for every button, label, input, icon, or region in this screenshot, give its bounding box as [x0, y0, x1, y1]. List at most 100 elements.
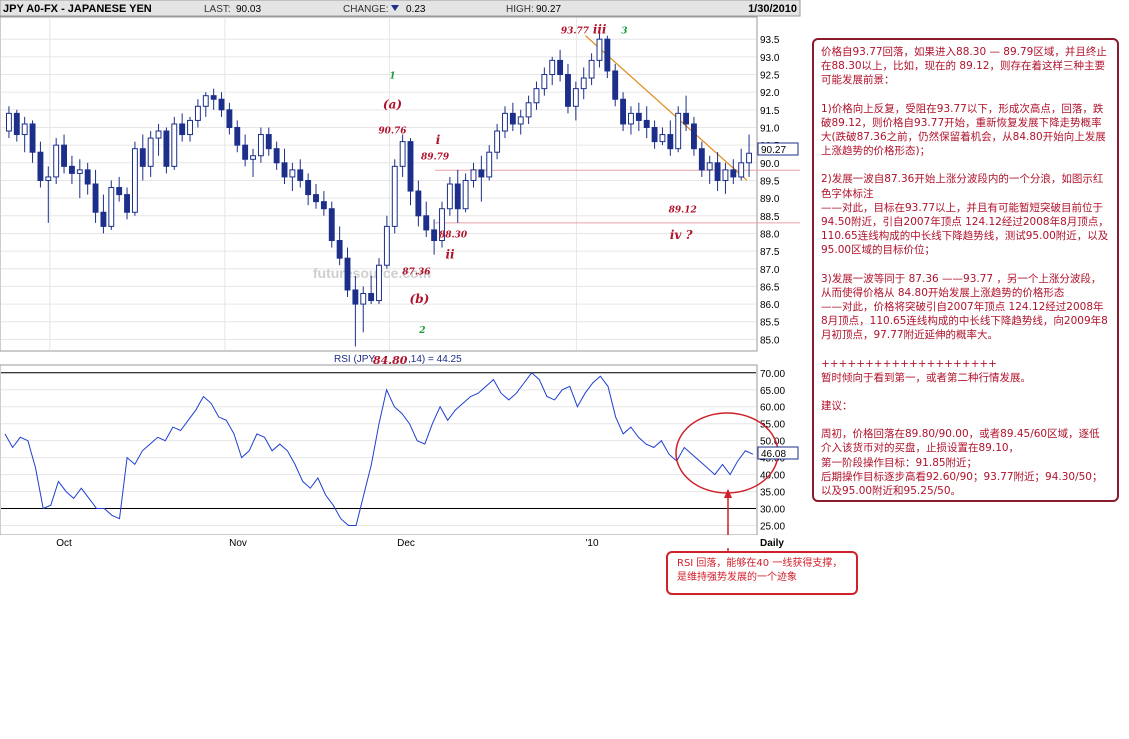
candle-body	[746, 152, 753, 164]
candle-body	[187, 119, 193, 136]
wave-annotation: 89.79	[421, 153, 450, 163]
candle-body	[494, 130, 501, 153]
candle-body	[659, 134, 666, 143]
candle-body	[407, 141, 414, 192]
wave-annotation: (a)	[383, 98, 402, 112]
x-tick-label: Daily	[760, 538, 784, 549]
note-scenario-3-heading: 3)发展一波等同于 87.36 ——93.77 ，另一个上涨分波段，从而使得价格…	[821, 272, 1102, 299]
rsi-callout: RSI 回落，能够在40 一线获得支撑， 是维持强势发展的一个迹象	[666, 551, 858, 595]
candle-body	[21, 123, 28, 136]
note-scenario-1: 1)价格向上反复，受阻在93.77以下，形成次高点，回落，跌破89.12，则价格…	[821, 102, 1106, 158]
note-scenario-2-detail: ——对此，目标在93.77以上，并且有可能暂短突破目前位于94.50附近，引自2…	[821, 201, 1109, 257]
price-tick-label: 91.0	[760, 123, 780, 134]
candle-body	[131, 148, 138, 213]
price-tick-label: 87.5	[760, 247, 780, 258]
wave-annotation: 90.76	[378, 126, 407, 136]
rsi-tick-label: 50.00	[760, 437, 785, 448]
wave-annotation: 1	[389, 72, 395, 82]
candle-body	[620, 98, 627, 125]
price-tick-label: 93.5	[760, 35, 780, 46]
x-tick-label: Dec	[397, 538, 415, 549]
price-tick-label: 88.5	[760, 212, 780, 223]
candle-body	[68, 165, 75, 174]
price-tick-label: 89.5	[760, 176, 780, 187]
candle-body	[265, 134, 272, 150]
candle-body	[588, 59, 595, 79]
note-advice-3: 后期操作目标逐步高看92.60/90；93.77附近；94.30/50；	[821, 470, 1103, 483]
wave-annotation: 3	[621, 27, 627, 37]
candle-body	[163, 130, 170, 167]
candle-body	[84, 169, 91, 185]
candle-body	[738, 162, 745, 178]
rsi-title: RSI (JPY	[334, 354, 375, 365]
price-tick-label: 86.0	[760, 300, 780, 311]
note-intro: 价格自93.77回落，如果进入88.30 — 89.79区域，并且终止在88.3…	[821, 46, 1107, 87]
candle-body	[431, 229, 438, 242]
candle-body	[706, 162, 713, 171]
candle-body	[45, 176, 52, 181]
x-tick-label: Nov	[229, 538, 247, 549]
candle-body	[549, 59, 556, 76]
candle-body	[37, 151, 44, 181]
candle-body	[486, 151, 493, 178]
price-tick-label: 85.5	[760, 318, 780, 329]
candle-body	[313, 194, 319, 203]
candle-body	[13, 112, 20, 136]
candle-body	[502, 112, 508, 132]
candle-body	[698, 148, 705, 171]
note-separator: ++++++++++++++++++++	[821, 357, 997, 370]
candle-body	[360, 292, 367, 305]
wave-annotation: iv ?	[670, 228, 694, 242]
candle-body	[76, 169, 83, 174]
last-price-label: 90.27	[761, 145, 786, 156]
note-advice-1: 周初，价格回落在89.80/90.00，或者89.45/60区域，逐低介入该货币…	[821, 428, 1100, 455]
candle-body	[281, 162, 288, 178]
candle-body	[368, 292, 375, 302]
candle-body	[580, 77, 587, 90]
candle-body	[628, 112, 634, 125]
candle-body	[525, 102, 532, 118]
wave-annotation: 93.77	[561, 27, 590, 37]
rsi-tick-label: 70.00	[760, 369, 785, 380]
candle-body	[273, 148, 280, 164]
last-value: 90.03	[236, 4, 261, 15]
rsi-tick-label: 25.00	[760, 522, 785, 533]
wave-annotation: iii	[593, 23, 607, 37]
rsi-tick-label: 60.00	[760, 403, 785, 414]
candle-body	[171, 123, 178, 167]
price-tick-label: 92.5	[760, 71, 780, 82]
wave-annotation: (b)	[410, 292, 430, 306]
candle-body	[557, 59, 564, 76]
candle-body	[714, 162, 721, 181]
candle-body	[29, 123, 36, 153]
rsi-title-suffix: ,14) = 44.25	[408, 354, 462, 365]
candle-body	[328, 208, 335, 242]
candle-body	[257, 134, 264, 157]
candle-body	[635, 112, 642, 121]
candle-body	[675, 112, 682, 150]
candle-body	[722, 169, 729, 181]
candle-body	[470, 169, 477, 181]
candle-body	[391, 165, 398, 227]
price-tick-label: 92.0	[760, 88, 780, 99]
candle-body	[139, 148, 146, 167]
candle-body	[108, 187, 115, 227]
candle-body	[218, 98, 225, 111]
wave-annotation: 89.12	[669, 206, 697, 216]
note-scenario-2-heading: 2)发展一波自87.36开始上涨分波段内的一个分浪，如图示红色字体标注	[821, 173, 1104, 200]
candle-body	[226, 109, 233, 128]
rsi-tick-label: 30.00	[760, 505, 785, 516]
rsi-panel	[0, 364, 758, 536]
candle-body	[517, 116, 524, 125]
note-advice-title: 建议：	[821, 400, 853, 413]
price-tick-label: 88.0	[760, 229, 780, 240]
candle-body	[61, 144, 67, 167]
wave-annotation: 87.36	[402, 268, 431, 278]
candle-body	[234, 126, 241, 146]
candle-body	[612, 70, 619, 100]
candle-body	[194, 105, 201, 121]
candle-body	[462, 179, 469, 210]
rsi-last-label: 46.08	[761, 449, 786, 460]
price-tick-label: 90.0	[760, 159, 780, 170]
candle-body	[210, 95, 217, 100]
